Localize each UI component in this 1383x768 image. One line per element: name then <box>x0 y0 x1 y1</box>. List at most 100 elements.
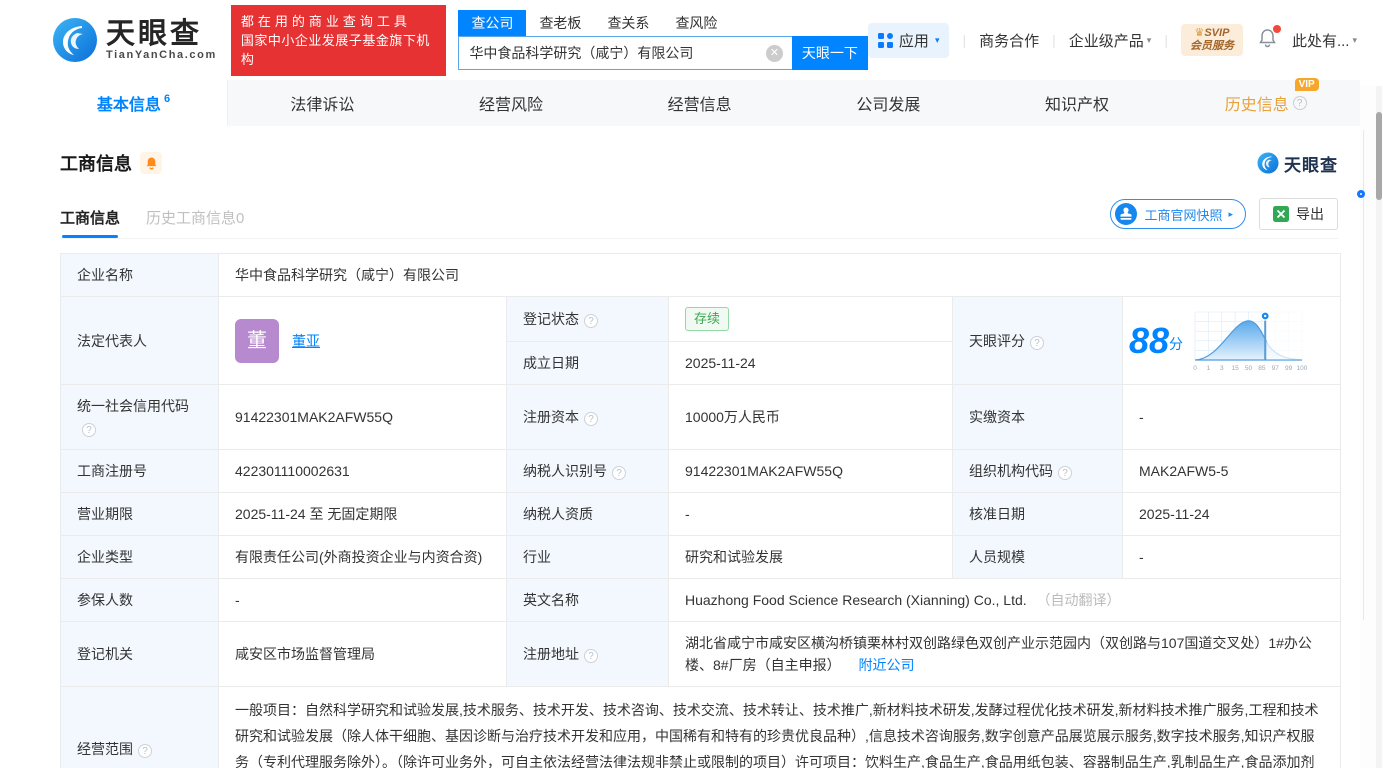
help-icon[interactable]: ? <box>1030 336 1044 350</box>
tab-history-info[interactable]: 历史信息 VIP ? <box>1171 80 1360 126</box>
help-icon[interactable]: ? <box>584 412 598 426</box>
help-icon[interactable]: ? <box>82 423 96 437</box>
help-icon[interactable]: ? <box>584 314 598 328</box>
tab-intellectual-property[interactable]: 知识产权 <box>983 80 1172 126</box>
svg-text:50: 50 <box>1245 365 1253 372</box>
user-menu[interactable]: 此处有... ▾ <box>1292 30 1357 51</box>
field-label: 企业类型 <box>61 536 219 579</box>
table-row: 参保人数 - 英文名称 Huazhong Food Science Resear… <box>61 579 1341 622</box>
brand-slogan: 都在用的商业查询工具 国家中小企业发展子基金旗下机构 <box>231 5 447 76</box>
export-button[interactable]: 导出 <box>1259 198 1338 230</box>
help-icon[interactable]: ? <box>1293 96 1307 110</box>
staff-size-value: - <box>1123 536 1341 579</box>
tianyancha-logo[interactable]: 天眼查 TianYanCha.com <box>52 17 217 63</box>
search-input[interactable] <box>458 36 791 70</box>
legal-rep-avatar[interactable]: 董 <box>235 319 279 363</box>
registered-address-value: 湖北省咸宁市咸安区横沟桥镇栗林村双创路绿色双创产业示范园内（双创路与107国道交… <box>685 635 1312 673</box>
field-label: 注册地址? <box>507 622 669 687</box>
company-name-value: 华中食品科学研究（咸宁）有限公司 <box>219 254 1341 297</box>
taxpayer-quality-value: - <box>669 493 953 536</box>
registration-number-value: 422301110002631 <box>219 450 507 493</box>
svg-text:1: 1 <box>1207 365 1211 372</box>
anchor-dot[interactable] <box>1357 190 1365 198</box>
field-label: 企业名称 <box>61 254 219 297</box>
official-snapshot-button[interactable]: 工商官网快照 ▸ <box>1110 199 1246 229</box>
excel-icon <box>1273 206 1289 222</box>
help-icon[interactable]: ? <box>612 466 626 480</box>
help-icon[interactable]: ? <box>1058 466 1072 480</box>
nearby-companies-link[interactable]: 附近公司 <box>858 657 914 673</box>
subscribe-bell-button[interactable] <box>140 152 162 174</box>
svip-member-badge[interactable]: ♛SVIP 会员服务 <box>1181 24 1243 56</box>
anchor-rail-line <box>1363 130 1364 620</box>
org-code-value: MAK2AFW5-5 <box>1123 450 1341 493</box>
field-label: 成立日期 <box>507 342 669 385</box>
table-row: 营业期限 2025-11-24 至 无固定期限 纳税人资质 - 核准日期 202… <box>61 493 1341 536</box>
auto-translate-note: （自动翻译） <box>1037 592 1121 608</box>
apps-grid-icon <box>878 33 893 48</box>
help-icon[interactable]: ? <box>584 649 598 663</box>
section-title: 工商信息 <box>60 150 132 176</box>
svg-text:97: 97 <box>1272 365 1280 372</box>
table-row: 登记机关 咸安区市场监督管理局 注册地址? 湖北省咸宁市咸安区横沟桥镇栗林村双创… <box>61 622 1341 687</box>
field-label: 登记机关 <box>61 622 219 687</box>
tab-operation-info[interactable]: 经营信息 <box>605 80 794 126</box>
legal-rep-link[interactable]: 董亚 <box>292 330 320 352</box>
field-label: 行业 <box>507 536 669 579</box>
credit-code-value: 91422301MAK2AFW55Q <box>219 385 507 450</box>
table-row: 统一社会信用代码? 91422301MAK2AFW55Q 注册资本? 10000… <box>61 385 1341 450</box>
company-type-value: 有限责任公司(外商投资企业与内资合资) <box>219 536 507 579</box>
field-label: 统一社会信用代码? <box>61 385 219 450</box>
subtab-business-info[interactable]: 工商信息 <box>60 207 120 238</box>
notification-dot <box>1273 25 1281 33</box>
table-row: 工商注册号 422301110002631 纳税人识别号? 91422301MA… <box>61 450 1341 493</box>
tab-basic-info[interactable]: 基本信息 6 <box>40 80 228 126</box>
scrollbar[interactable] <box>1376 86 1382 768</box>
scrollbar-thumb[interactable] <box>1376 112 1382 200</box>
vip-badge: VIP <box>1295 78 1319 91</box>
chevron-down-icon: ▾ <box>1352 35 1357 46</box>
status-badge: 存续 <box>685 307 729 331</box>
table-row: 企业名称 华中食品科学研究（咸宁）有限公司 <box>61 254 1341 297</box>
search-tab-risk[interactable]: 查风险 <box>662 10 730 36</box>
svg-text:15: 15 <box>1232 365 1240 372</box>
business-info-table: 企业名称 华中食品科学研究（咸宁）有限公司 法定代表人 董 董亚 登记状态? 存… <box>60 253 1341 768</box>
search-tab-relation[interactable]: 查关系 <box>594 10 662 36</box>
subtab-history-business-info[interactable]: 历史工商信息0 <box>146 207 244 238</box>
legal-rep-cell: 董 董亚 <box>219 297 507 385</box>
tab-operation-risk[interactable]: 经营风险 <box>417 80 606 126</box>
svg-text:85: 85 <box>1258 365 1266 372</box>
field-label: 核准日期 <box>953 493 1123 536</box>
tab-legal-lawsuits[interactable]: 法律诉讼 <box>228 80 417 126</box>
approved-date-value: 2025-11-24 <box>1123 493 1341 536</box>
search-tab-company[interactable]: 查公司 <box>458 10 526 36</box>
divider: | <box>1052 32 1056 48</box>
field-label: 注册资本? <box>507 385 669 450</box>
svg-text:0: 0 <box>1193 365 1197 372</box>
nav-business-cooperation[interactable]: 商务合作 <box>979 30 1039 51</box>
apps-menu[interactable]: 应用 ▾ <box>868 23 950 58</box>
divider: | <box>1164 32 1168 48</box>
tab-company-development[interactable]: 公司发展 <box>794 80 983 126</box>
svip-line1: SVIP <box>1204 27 1229 39</box>
tianyancha-logo-icon <box>1257 152 1279 174</box>
english-name-cell: Huazhong Food Science Research (Xianning… <box>669 579 1341 622</box>
clear-search-icon[interactable]: ✕ <box>766 45 783 62</box>
field-label: 法定代表人 <box>61 297 219 385</box>
industry-value: 研究和试验发展 <box>669 536 953 579</box>
search-area: 查公司 查老板 查关系 查风险 ✕ 天眼一下 <box>458 10 867 70</box>
search-tab-boss[interactable]: 查老板 <box>526 10 594 36</box>
paid-capital-value: - <box>1123 385 1341 450</box>
help-icon[interactable]: ? <box>138 744 152 758</box>
field-label: 纳税人识别号? <box>507 450 669 493</box>
nav-enterprise-product[interactable]: 企业级产品 ▾ <box>1069 30 1152 51</box>
tianyancha-watermark: 天眼查 <box>1257 151 1338 176</box>
search-button[interactable]: 天眼一下 <box>792 36 868 70</box>
bell-icon <box>145 156 158 170</box>
svg-text:99: 99 <box>1285 365 1293 372</box>
registered-address-cell: 湖北省咸宁市咸安区横沟桥镇栗林村双创路绿色双创产业示范园内（双创路与107国道交… <box>669 622 1341 687</box>
field-label: 工商注册号 <box>61 450 219 493</box>
registration-authority-value: 咸安区市场监督管理局 <box>219 622 507 687</box>
notification-bell[interactable] <box>1258 28 1277 52</box>
registered-capital-value: 10000万人民币 <box>669 385 953 450</box>
